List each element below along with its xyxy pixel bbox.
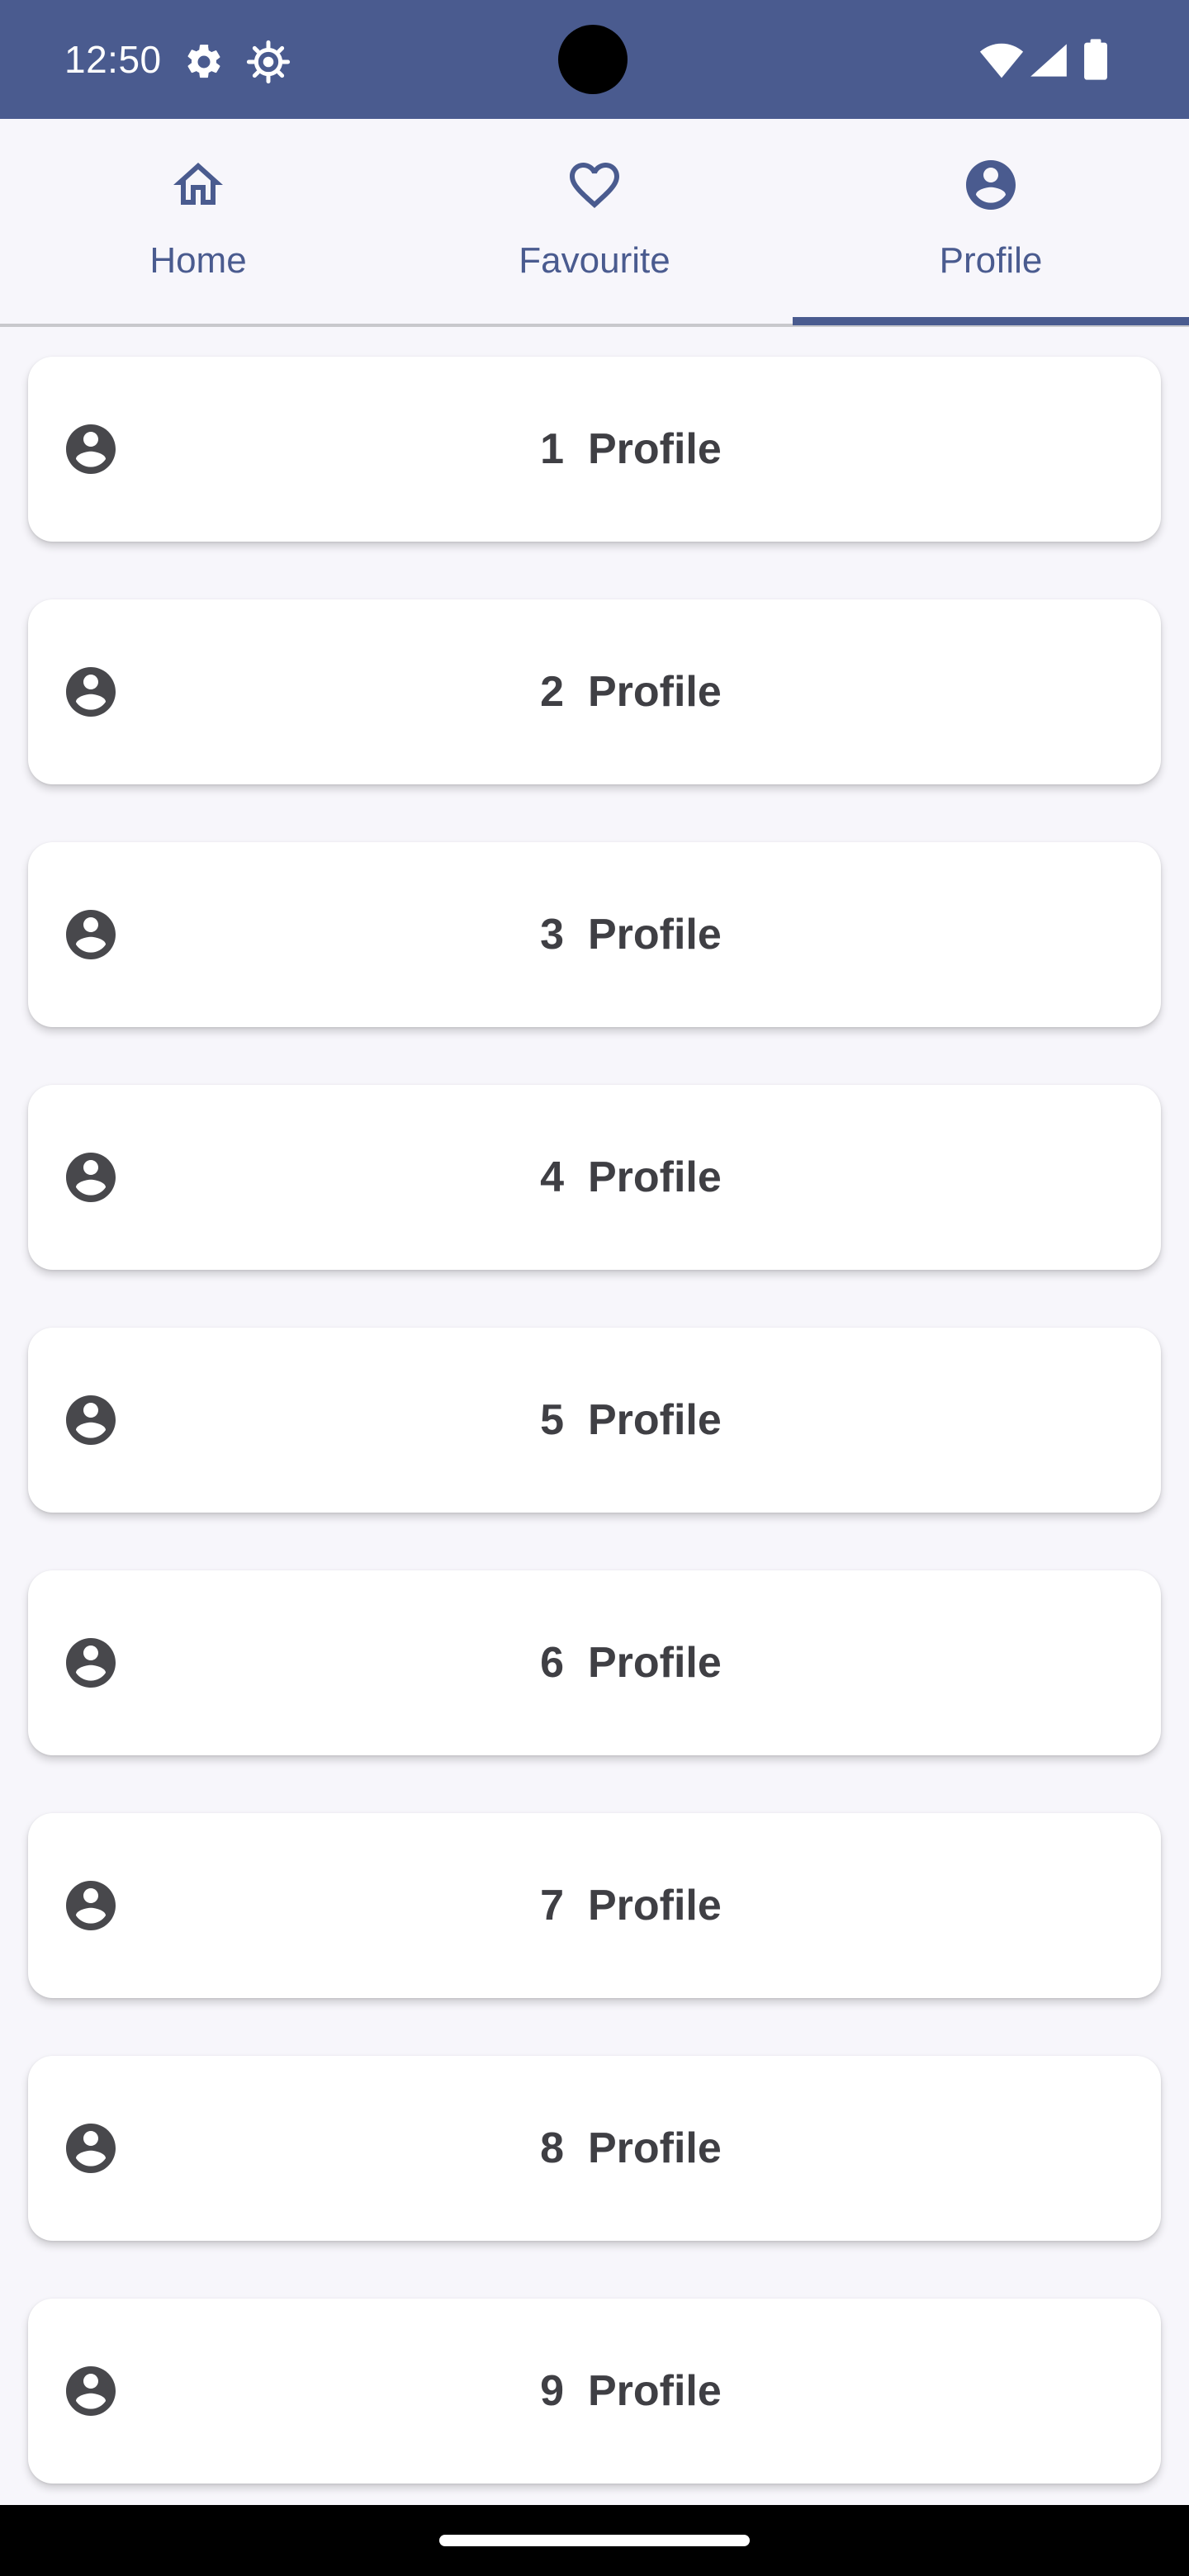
- debug-icon: [246, 40, 291, 84]
- profile-title: 1 Profile: [540, 425, 722, 473]
- tab-favourite-label: Favourite: [519, 240, 670, 281]
- wifi-icon: [979, 43, 1024, 78]
- camera-cutout: [558, 25, 628, 94]
- profile-card[interactable]: 5 Profile: [28, 1328, 1161, 1513]
- profile-card[interactable]: 1 Profile: [28, 357, 1161, 542]
- system-nav-bar: [0, 2505, 1189, 2576]
- profile-card[interactable]: 4 Profile: [28, 1085, 1161, 1270]
- status-time: 12:50: [64, 38, 162, 81]
- home-gesture-handle[interactable]: [439, 2535, 750, 2546]
- account-circle-icon: [966, 160, 1016, 210]
- profile-card[interactable]: 6 Profile: [28, 1570, 1161, 1755]
- profile-card[interactable]: 2 Profile: [28, 599, 1161, 784]
- tab-bar: Home Favourite Profile: [0, 119, 1189, 327]
- profile-list[interactable]: 1 Profile 2 Profile 3 Profile 4 Profile …: [0, 327, 1189, 2505]
- tab-home[interactable]: Home: [0, 119, 396, 324]
- status-bar: 12:50: [0, 0, 1189, 119]
- profile-card[interactable]: 7 Profile: [28, 1813, 1161, 1998]
- battery-icon: [1084, 39, 1107, 80]
- home-icon: [173, 163, 223, 205]
- profile-title: 5 Profile: [540, 1396, 722, 1444]
- profile-card[interactable]: 3 Profile: [28, 842, 1161, 1027]
- profile-title: 3 Profile: [540, 911, 722, 959]
- profile-title: 2 Profile: [540, 668, 722, 716]
- profile-title: 4 Profile: [540, 1153, 722, 1201]
- profile-title: 9 Profile: [540, 2367, 722, 2415]
- tab-profile[interactable]: Profile: [793, 119, 1189, 324]
- profile-card[interactable]: 8 Profile: [28, 2056, 1161, 2241]
- tab-profile-label: Profile: [939, 240, 1043, 281]
- profile-card[interactable]: 9 Profile: [28, 2299, 1161, 2484]
- profile-title: 8 Profile: [540, 2124, 722, 2172]
- tab-home-label: Home: [149, 240, 247, 281]
- profile-title: 6 Profile: [540, 1639, 722, 1687]
- selected-tab-indicator: [793, 317, 1189, 325]
- cell-signal-icon: [1030, 44, 1067, 77]
- tab-favourite[interactable]: Favourite: [396, 119, 793, 324]
- profile-title: 7 Profile: [540, 1882, 722, 1930]
- settings-icon: [187, 45, 220, 78]
- heart-icon: [570, 163, 619, 209]
